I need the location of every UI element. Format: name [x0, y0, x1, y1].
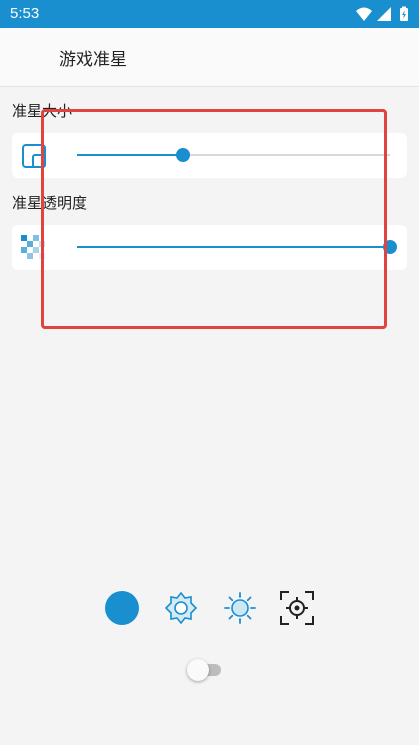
preset-filled-circle[interactable] [104, 590, 140, 626]
preset-sun-crosshair[interactable] [222, 590, 258, 626]
gear-crosshair-icon [164, 591, 198, 625]
crosshair-size-label: 准星大小 [12, 102, 73, 120]
status-bar: 5:53 [0, 0, 419, 28]
slider-thumb[interactable] [383, 240, 397, 254]
signal-icon [377, 7, 391, 21]
crosshair-size-slider[interactable] [77, 145, 390, 165]
preset-target-crosshair[interactable] [279, 590, 315, 626]
status-icons [355, 6, 411, 22]
slider-fill [77, 246, 390, 248]
crosshair-opacity-slider[interactable] [77, 237, 397, 257]
crosshair-toggle-switch[interactable] [187, 658, 223, 682]
opacity-checker-icon [21, 235, 49, 261]
wifi-icon [356, 7, 372, 21]
toggle-knob [187, 659, 209, 681]
battery-icon [400, 6, 408, 21]
crosshair-opacity-label: 准星透明度 [12, 194, 88, 212]
crosshair-opacity-card [12, 225, 407, 270]
slider-fill [77, 154, 184, 156]
preset-gear-crosshair[interactable] [163, 590, 199, 626]
page-title: 游戏准星 [59, 50, 127, 70]
crosshair-size-icon [21, 143, 49, 169]
app-bar: 游戏准星 [0, 28, 419, 87]
target-crosshair-icon [280, 591, 314, 625]
filled-circle-icon [105, 591, 139, 625]
slider-thumb[interactable] [176, 148, 191, 162]
crosshair-size-card [12, 133, 407, 178]
sun-crosshair-icon [224, 592, 256, 624]
status-time: 5:53 [10, 5, 40, 22]
